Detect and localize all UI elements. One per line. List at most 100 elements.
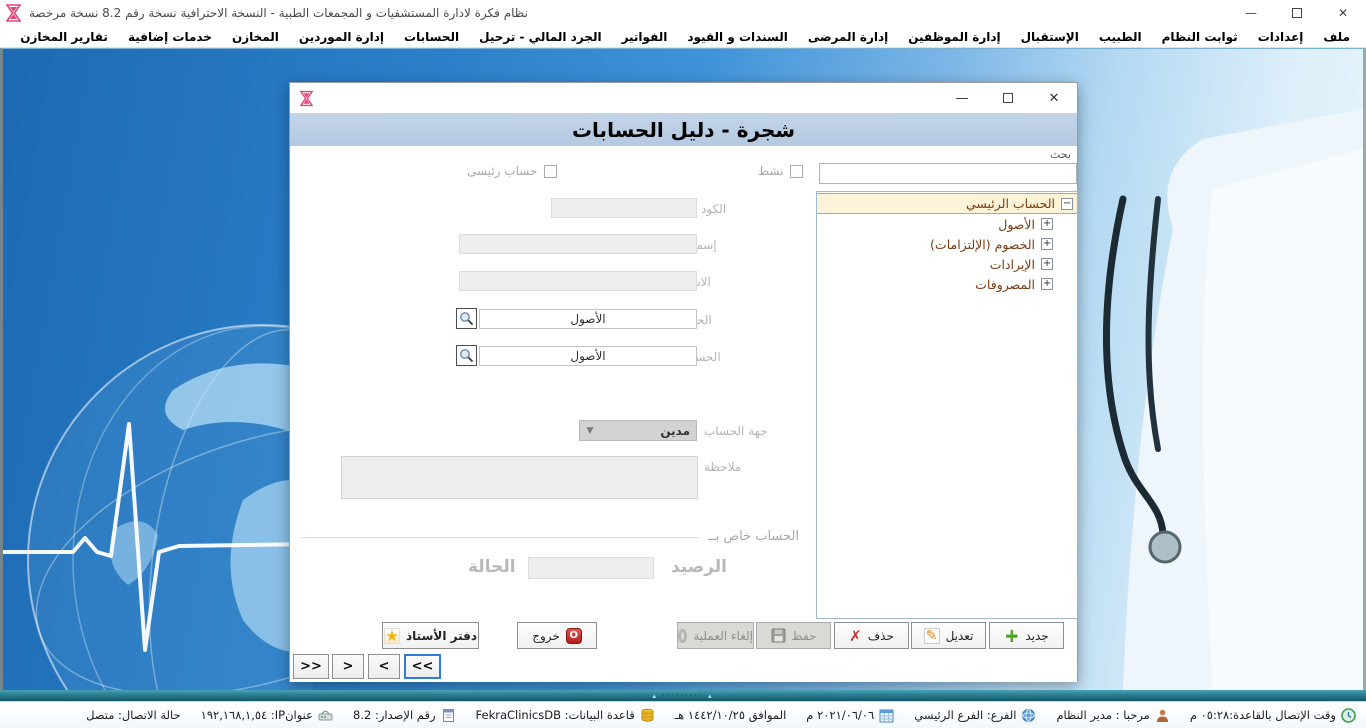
- magnifier-icon: [459, 311, 474, 326]
- status-ip: عنوانIP: ١٩٢,١٦٨,١,٥٤: [201, 708, 333, 723]
- menu-patients[interactable]: إدارة المرضى: [798, 30, 898, 44]
- close-button[interactable]: ✕: [1320, 0, 1366, 26]
- expand-icon[interactable]: +: [1041, 218, 1053, 230]
- latin-name-field[interactable]: [459, 271, 697, 291]
- drag-handle[interactable]: ▴ ········· ▴: [652, 692, 713, 700]
- parent-account-field[interactable]: الأصول: [479, 309, 697, 329]
- tree-item-assets[interactable]: + الأصول: [817, 214, 1077, 234]
- database-icon: [640, 708, 655, 723]
- bottom-strip: ▴ ········· ▴: [0, 690, 1366, 701]
- red-x-icon: ✗: [849, 629, 862, 643]
- hourglass-app-icon: [6, 4, 21, 22]
- status-text: عنوانIP: ١٩٢,١٦٨,١,٥٤: [201, 708, 313, 722]
- status-text: الموافق ١٤٤٢/١٠/٢٥ هـ: [675, 708, 787, 722]
- menu-system-constants[interactable]: ثوابت النظام: [1152, 30, 1248, 44]
- new-button-label: جديد: [1025, 629, 1048, 643]
- menu-store-reports[interactable]: تقارير المخازن: [10, 30, 118, 44]
- menu-accounts[interactable]: الحسابات: [394, 30, 469, 44]
- note-textarea[interactable]: [341, 456, 698, 499]
- dialog-titlebar: — ✕: [290, 83, 1077, 113]
- floppy-disk-icon: [771, 628, 786, 643]
- menu-file[interactable]: ملف: [1313, 30, 1360, 44]
- globe-ecg-graphic: [0, 320, 313, 690]
- nav-first-button[interactable]: >>: [293, 654, 329, 679]
- status-branch: الفرع: الفرع الرئيسي: [914, 708, 1036, 723]
- code-field[interactable]: [551, 198, 697, 218]
- delete-button-label: حذف: [868, 629, 894, 643]
- dialog-maximize-icon: [1003, 93, 1013, 103]
- tree-item-label: الخصوم (الإلتزامات): [930, 237, 1035, 252]
- dialog-close-button[interactable]: ✕: [1031, 83, 1077, 113]
- menu-reception[interactable]: الإستقبال: [1011, 30, 1089, 44]
- status-text: ٢٠٢١/٠٦/٠٦ م: [806, 708, 874, 722]
- collapse-icon[interactable]: −: [1061, 198, 1073, 210]
- nav-last-button[interactable]: <<: [404, 654, 441, 679]
- nav-next-button[interactable]: <: [368, 654, 400, 679]
- status-database: قاعدة البيانات: FekraClinicsDB: [476, 708, 655, 723]
- calendar-icon: [879, 708, 894, 723]
- clock-icon: [1341, 708, 1356, 723]
- expand-icon[interactable]: +: [1041, 258, 1053, 270]
- status-connection-state: حالة الاتصال: متصل: [86, 708, 181, 722]
- edit-button[interactable]: ✎ تعديل: [911, 622, 986, 649]
- pencil-icon: ✎: [924, 628, 940, 644]
- exit-button[interactable]: خروج O: [517, 622, 597, 649]
- dialog-title: شجرة - دليل الحسابات: [572, 118, 795, 142]
- closing-account-field[interactable]: الأصول: [479, 346, 697, 366]
- edit-button-label: تعديل: [946, 629, 974, 643]
- dialog-maximize-button[interactable]: [985, 83, 1031, 113]
- tree-item-root[interactable]: − الحساب الرئيسي: [817, 193, 1077, 214]
- app-window: نظام فكرة لادارة المستشفيات و المجمعات ا…: [0, 0, 1366, 728]
- tree-item-liabilities[interactable]: + الخصوم (الإلتزامات): [817, 234, 1077, 254]
- maximize-button[interactable]: [1274, 0, 1320, 26]
- hourglass-dialog-icon: [300, 90, 313, 107]
- search-input[interactable]: [819, 163, 1077, 184]
- active-checkbox[interactable]: [790, 165, 803, 178]
- account-side-dropdown[interactable]: ▼ مدين: [579, 420, 697, 441]
- star-icon: ★: [384, 628, 400, 644]
- note-label: ملاحظة: [704, 460, 741, 474]
- menu-extra-services[interactable]: خدمات إضافية: [118, 30, 222, 44]
- save-button[interactable]: حفظ: [756, 622, 831, 649]
- menu-inventory-transfer[interactable]: الجرد المالي - ترحيل: [469, 30, 611, 44]
- plus-icon: +: [1004, 629, 1019, 643]
- status-text: وقت الإتصال بالقاعدة:٠٥:٢٨ م: [1190, 708, 1336, 722]
- dialog-minimize-button[interactable]: —: [939, 83, 985, 113]
- menu-suppliers[interactable]: إدارة الموردين: [289, 30, 394, 44]
- menu-employees[interactable]: إدارة الموظفين: [898, 30, 1010, 44]
- status-version: رقم الإصدار: 8.2: [353, 708, 456, 723]
- ledger-button[interactable]: ★ دفتر الأستاذ: [382, 622, 479, 649]
- menu-vouchers[interactable]: السندات و القيود: [677, 30, 797, 44]
- maximize-icon: [1292, 8, 1302, 18]
- magnifier-icon: [459, 348, 474, 363]
- tree-item-revenues[interactable]: + الإيرادات: [817, 254, 1077, 274]
- main-account-checkbox[interactable]: [544, 165, 557, 178]
- status-text: مرحبا : مدير النظام: [1056, 708, 1149, 722]
- cancel-operation-button[interactable]: إلغاء العملية: [677, 622, 754, 649]
- nav-prev-button[interactable]: >: [332, 654, 364, 679]
- user-icon: [1155, 708, 1170, 723]
- group-divider: [301, 537, 699, 538]
- status-welcome: مرحبا : مدير النظام: [1056, 708, 1169, 723]
- code-label: الكود: [701, 202, 726, 216]
- tree-item-expenses[interactable]: + المصروفات: [817, 274, 1077, 294]
- account-side-label: جهة الحساب: [704, 424, 768, 438]
- delete-button[interactable]: ✗ حذف: [834, 622, 909, 649]
- tree-item-label: المصروفات: [975, 277, 1035, 292]
- save-button-label: حفظ: [792, 629, 817, 643]
- menu-invoices[interactable]: الفواتير: [612, 30, 678, 44]
- doctor-graphic: [1063, 49, 1363, 690]
- menu-system-admin[interactable]: مدير النظام: [0, 30, 10, 44]
- account-name-field[interactable]: [459, 234, 697, 254]
- menu-stores[interactable]: المخازن: [222, 30, 289, 44]
- new-button[interactable]: + جديد: [989, 622, 1064, 649]
- expand-icon[interactable]: +: [1041, 238, 1053, 250]
- minimize-button[interactable]: —: [1228, 0, 1274, 26]
- menu-doctor[interactable]: الطبيب: [1089, 30, 1152, 44]
- main-titlebar: نظام فكرة لادارة المستشفيات و المجمعات ا…: [0, 0, 1366, 26]
- closing-account-search-button[interactable]: [456, 345, 477, 366]
- parent-account-search-button[interactable]: [456, 308, 477, 329]
- menu-settings[interactable]: إعدادات: [1248, 30, 1314, 44]
- expand-icon[interactable]: +: [1041, 278, 1053, 290]
- balance-field[interactable]: [528, 557, 654, 579]
